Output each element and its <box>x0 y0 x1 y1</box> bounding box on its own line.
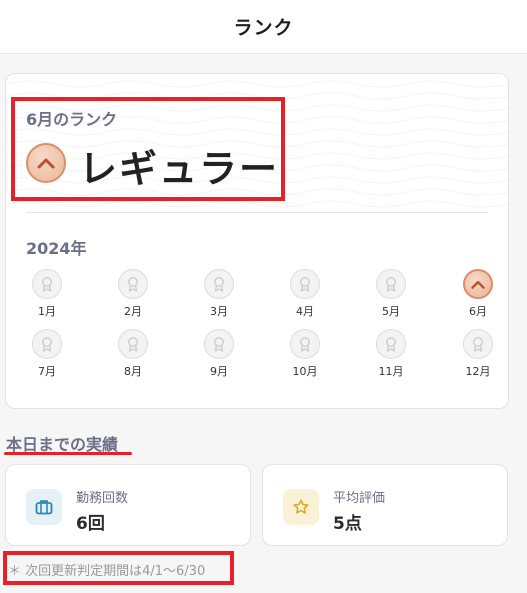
month-rank-item: 1月 <box>27 269 67 319</box>
star-icon <box>293 499 309 514</box>
month-rank-item: 4月 <box>285 269 325 319</box>
stat-card-work-count: 勤務回数 6回 <box>5 464 251 546</box>
month-label: 4月 <box>296 305 314 318</box>
month-rank-label: 6月のランク <box>26 110 118 129</box>
month-label: 1月 <box>38 305 56 318</box>
divider <box>26 212 488 213</box>
chevron-up-icon <box>37 158 55 169</box>
rank-badge <box>26 143 66 183</box>
stat-label: 平均評価 <box>333 491 386 506</box>
month-rank-item: 11月 <box>371 329 411 379</box>
app-header: ランク <box>0 0 527 54</box>
rank-medal <box>118 329 148 359</box>
medal-icon <box>214 337 224 352</box>
month-label: 3月 <box>210 305 228 318</box>
chevron-up-icon <box>471 280 485 289</box>
stat-icon-box <box>283 489 319 525</box>
medal-icon <box>42 277 52 292</box>
month-rank-item: 6月 <box>458 269 498 319</box>
medal-icon <box>128 277 138 292</box>
month-rank-item: 10月 <box>285 329 325 379</box>
month-rank-item: 3月 <box>199 269 239 319</box>
rank-medal <box>32 269 62 299</box>
rank-medal <box>204 329 234 359</box>
update-period-note: ＊ 次回更新判定期間は4/1〜6/30 <box>8 564 206 579</box>
medal-icon <box>300 277 310 292</box>
month-label: 12月 <box>465 365 491 378</box>
month-rank-item: 5月 <box>371 269 411 319</box>
stat-card-average-rating: 平均評価 5点 <box>262 464 508 546</box>
stat-value: 5点 <box>333 514 362 534</box>
briefcase-icon <box>35 500 53 515</box>
month-label: 7月 <box>38 365 56 378</box>
medal-icon <box>386 337 396 352</box>
rank-medal <box>376 269 406 299</box>
page-title: ランク <box>233 17 294 39</box>
rank-medal <box>290 269 320 299</box>
section-underline <box>4 452 132 455</box>
month-label: 2月 <box>124 305 142 318</box>
stat-label: 勤務回数 <box>76 491 129 506</box>
stat-value: 6回 <box>76 514 105 534</box>
medal-icon <box>214 277 224 292</box>
rank-medal <box>118 269 148 299</box>
rank-medal <box>204 269 234 299</box>
rank-medal <box>290 329 320 359</box>
year-label: 2024年 <box>26 239 87 258</box>
month-label: 10月 <box>292 365 318 378</box>
month-rank-item: 12月 <box>458 329 498 379</box>
month-label: 6月 <box>469 305 487 318</box>
medal-icon <box>42 337 52 352</box>
month-label: 8月 <box>124 365 142 378</box>
medal-icon <box>473 337 483 352</box>
month-rank-item: 2月 <box>113 269 153 319</box>
month-label: 11月 <box>378 365 404 378</box>
medal-icon <box>386 277 396 292</box>
month-rank-item: 9月 <box>199 329 239 379</box>
rank-medal <box>376 329 406 359</box>
stat-icon-box <box>26 489 62 525</box>
rank-medal-active <box>463 269 493 299</box>
medal-icon <box>128 337 138 352</box>
rank-name: レギュラー <box>79 147 280 191</box>
month-label: 5月 <box>382 305 400 318</box>
month-rank-item: 8月 <box>113 329 153 379</box>
rank-medal <box>463 329 493 359</box>
rank-medal <box>32 329 62 359</box>
month-label: 9月 <box>210 365 228 378</box>
medal-icon <box>300 337 310 352</box>
month-rank-item: 7月 <box>27 329 67 379</box>
